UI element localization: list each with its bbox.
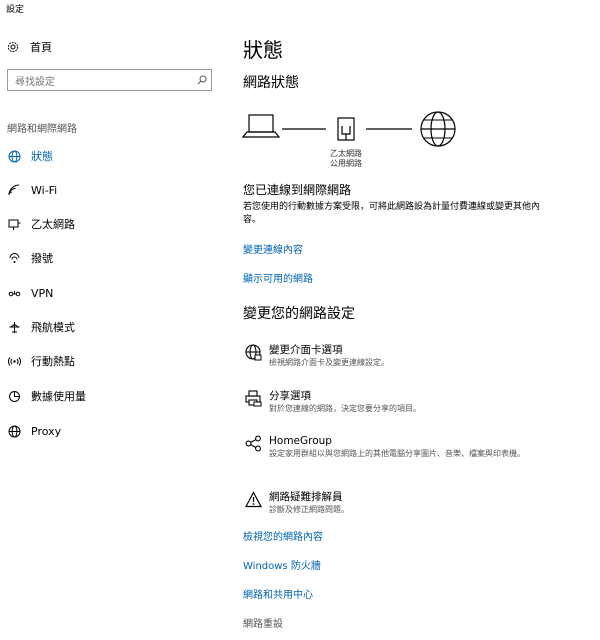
airplane-icon bbox=[7, 320, 21, 334]
search-input[interactable]: 尋找設定 bbox=[8, 73, 193, 88]
option-title: 分享選項 bbox=[269, 390, 311, 402]
search-box[interactable]: 尋找設定 bbox=[7, 69, 212, 91]
change-settings-heading: 變更您的網路設定 bbox=[243, 306, 355, 322]
homegroup-icon bbox=[243, 434, 263, 455]
sidebar-item-dialup[interactable]: 撥號 bbox=[7, 249, 53, 267]
change-connection-properties-link[interactable]: 變更連線內容 bbox=[243, 241, 303, 256]
show-available-networks-link[interactable]: 顯示可用的網路 bbox=[243, 270, 313, 285]
sidebar-item-label: Proxy bbox=[31, 424, 62, 438]
page-title: 狀態 bbox=[243, 38, 283, 62]
network-reset-link[interactable]: 網路重設 bbox=[243, 615, 283, 630]
adapter-globe-icon bbox=[243, 343, 263, 364]
windows-firewall-link[interactable]: Windows 防火牆 bbox=[243, 557, 321, 572]
sidebar-item-label: 行動熱點 bbox=[31, 355, 75, 368]
sidebar-item-proxy[interactable]: Proxy bbox=[7, 422, 61, 440]
gear-icon bbox=[7, 41, 19, 53]
sidebar-item-label: 數據使用量 bbox=[31, 390, 86, 403]
option-description: 設定家用群組以與您網路上的其他電腦分享圖片、音樂、檔案與印表機。 bbox=[269, 449, 525, 458]
globe-status-icon bbox=[7, 149, 21, 163]
option-troubleshooter[interactable]: 網路疑難排解員 診斷及修正網路問題。 bbox=[243, 490, 588, 516]
option-title: 變更介面卡選項 bbox=[269, 344, 343, 356]
sidebar-item-ethernet[interactable]: 乙太網路 bbox=[7, 215, 75, 233]
ethernet-adapter-icon bbox=[337, 117, 355, 141]
hotspot-icon bbox=[7, 354, 21, 368]
sidebar-item-wifi[interactable]: Wi-Fi bbox=[7, 181, 57, 199]
option-title: 網路疑難排解員 bbox=[269, 491, 343, 503]
ethernet-icon bbox=[7, 217, 21, 231]
wifi-icon bbox=[7, 183, 21, 197]
sidebar-home-label: 首頁 bbox=[30, 41, 52, 54]
sidebar-item-data-usage[interactable]: 數據使用量 bbox=[7, 387, 86, 405]
sidebar-item-label: 狀態 bbox=[31, 150, 53, 163]
option-title: HomeGroup bbox=[269, 435, 332, 447]
sidebar-home[interactable]: 首頁 bbox=[7, 38, 52, 56]
option-sharing[interactable]: 分享選項 對於您連線的網路，決定您要分享的項目。 bbox=[243, 389, 588, 415]
internet-globe-icon bbox=[420, 111, 456, 147]
option-adapter[interactable]: 變更介面卡選項 檢視網路介面卡及變更連線設定。 bbox=[243, 343, 588, 369]
sidebar-item-hotspot[interactable]: 行動熱點 bbox=[7, 352, 75, 370]
view-network-properties-link[interactable]: 檢視您的網路內容 bbox=[243, 528, 323, 543]
globe-icon bbox=[7, 424, 21, 438]
sidebar-item-label: 乙太網路 bbox=[31, 218, 75, 231]
sharing-printer-icon bbox=[243, 389, 263, 410]
sidebar-item-label: 飛航模式 bbox=[31, 321, 75, 334]
connected-heading: 您已連線到網際網路 bbox=[243, 183, 352, 197]
option-description: 診斷及修正網路問題。 bbox=[269, 505, 349, 514]
sidebar-section-title: 網路和網際網路 bbox=[7, 124, 77, 135]
sidebar: 首頁 尋找設定 網路和網際網路 狀態 Wi-Fi 乙太網路 撥號 VPN 飛航模… bbox=[0, 0, 226, 640]
sidebar-item-label: Wi-Fi bbox=[31, 183, 58, 197]
network-type: 公用網路 bbox=[330, 159, 362, 168]
sidebar-item-label: 撥號 bbox=[31, 252, 53, 265]
network-sharing-center-link[interactable]: 網路和共用中心 bbox=[243, 586, 313, 601]
search-icon[interactable] bbox=[193, 75, 211, 85]
option-description: 對於您連線的網路，決定您要分享的項目。 bbox=[269, 404, 421, 413]
network-status-heading: 網路狀態 bbox=[243, 75, 299, 91]
sidebar-item-airplane[interactable]: 飛航模式 bbox=[7, 318, 75, 336]
sidebar-item-label: VPN bbox=[31, 286, 54, 300]
warning-icon bbox=[243, 490, 263, 511]
data-usage-icon bbox=[7, 389, 21, 403]
sidebar-item-status[interactable]: 狀態 bbox=[7, 147, 53, 165]
option-description: 檢視網路介面卡及變更連線設定。 bbox=[269, 358, 389, 367]
laptop-icon bbox=[241, 114, 281, 138]
option-homegroup[interactable]: HomeGroup 設定家用群組以與您網路上的其他電腦分享圖片、音樂、檔案與印表… bbox=[243, 434, 588, 460]
sidebar-item-vpn[interactable]: VPN bbox=[7, 284, 53, 302]
vpn-icon bbox=[7, 286, 21, 300]
dialup-icon bbox=[7, 251, 21, 265]
connected-description: 若您使用的行動數據方案受限，可將此網路設為計量付費連線或變更其他內容。 bbox=[243, 202, 541, 225]
